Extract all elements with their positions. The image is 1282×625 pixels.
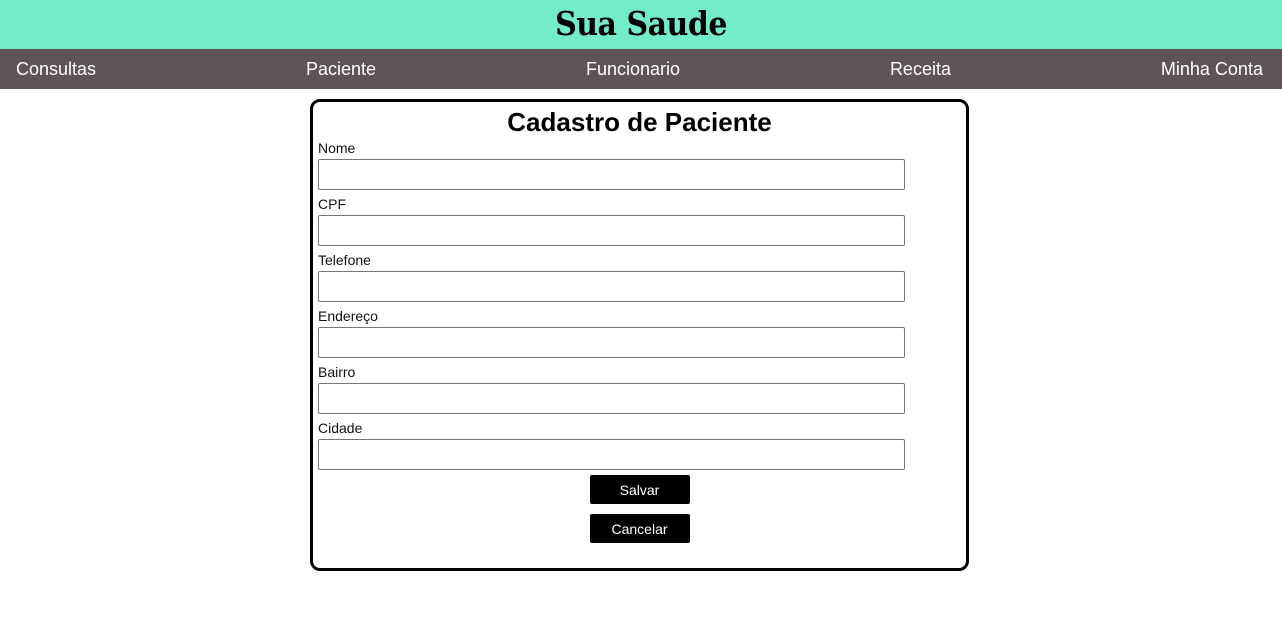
bairro-label: Bairro: [318, 364, 356, 380]
nav-bar: Consultas Paciente Funcionario Receita M…: [0, 49, 1282, 89]
nav-item-funcionario[interactable]: Funcionario: [586, 59, 680, 80]
field-group-endereco: Endereço: [313, 307, 966, 358]
app-header: Sua Saude: [0, 0, 1282, 49]
endereco-label: Endereço: [318, 308, 378, 324]
cpf-input[interactable]: [318, 215, 905, 246]
telefone-label: Telefone: [318, 252, 371, 268]
cidade-input[interactable]: [318, 439, 905, 470]
cancel-button[interactable]: Cancelar: [589, 514, 690, 543]
cidade-label: Cidade: [318, 420, 363, 436]
form-title: Cadastro de Paciente: [507, 107, 772, 137]
nav-item-consultas[interactable]: Consultas: [16, 59, 96, 80]
nav-item-paciente[interactable]: Paciente: [306, 59, 376, 80]
bairro-input[interactable]: [318, 383, 905, 414]
nome-label: Nome: [318, 140, 356, 156]
save-button[interactable]: Salvar: [589, 475, 690, 504]
field-group-cidade: Cidade: [313, 419, 966, 470]
field-group-telefone: Telefone: [313, 251, 966, 302]
cpf-label: CPF: [318, 196, 346, 212]
app-title: Sua Saude: [555, 5, 727, 44]
field-group-bairro: Bairro: [313, 363, 966, 414]
nome-input[interactable]: [318, 159, 905, 190]
patient-form: Cadastro de Paciente Nome CPF Telefone E…: [310, 99, 969, 571]
nav-item-minha-conta[interactable]: Minha Conta: [1161, 59, 1263, 80]
telefone-input[interactable]: [318, 271, 905, 302]
nav-item-receita[interactable]: Receita: [890, 59, 951, 80]
form-actions: Salvar Cancelar: [313, 475, 966, 553]
field-group-nome: Nome: [313, 139, 966, 190]
endereco-input[interactable]: [318, 327, 905, 358]
field-group-cpf: CPF: [313, 195, 966, 246]
